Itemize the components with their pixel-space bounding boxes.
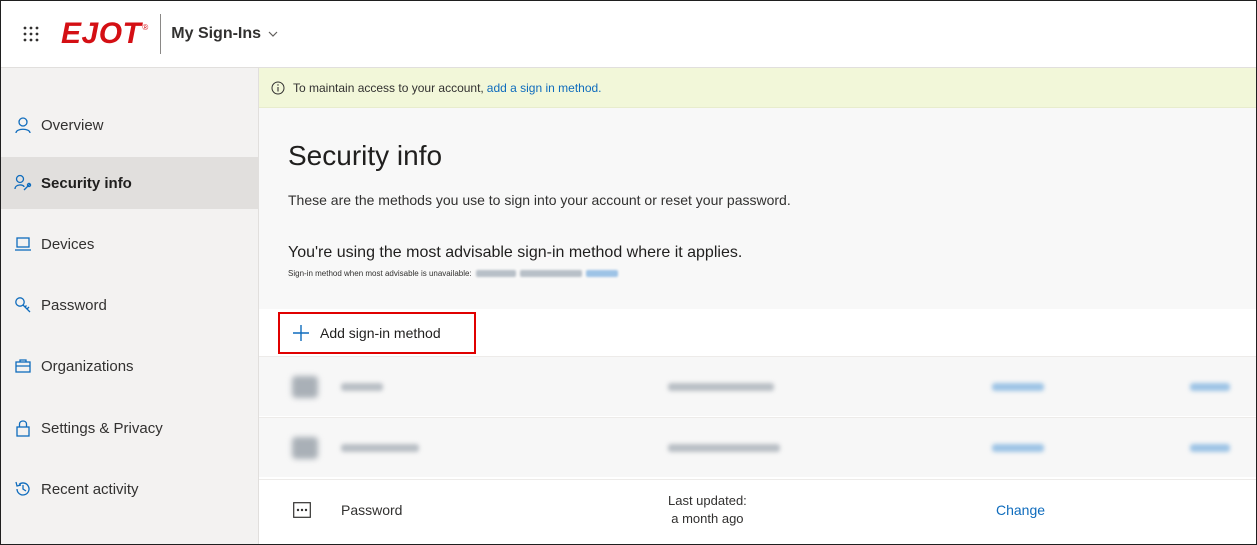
table-row-password: Password Last updated: a month ago Chang… <box>259 479 1256 540</box>
sidebar-item-label: Recent activity <box>41 480 139 498</box>
last-updated-value: a month ago <box>671 511 744 526</box>
method-icon <box>292 357 318 417</box>
page-subtitle: These are the methods you use to sign in… <box>288 192 791 208</box>
last-updated-label: Last updated: <box>668 493 747 508</box>
last-updated: Last updated: a month ago <box>668 480 747 540</box>
table-row <box>259 417 1256 478</box>
sidebar-item-organizations[interactable]: Organizations <box>1 340 259 392</box>
advisable-method-text: You're using the most advisable sign-in … <box>288 244 743 261</box>
waffle-icon[interactable] <box>1 1 61 68</box>
sidebar-item-settings-privacy[interactable]: Settings & Privacy <box>1 402 259 454</box>
change-link[interactable] <box>992 418 1044 478</box>
briefcase-icon <box>13 356 33 376</box>
redacted-link[interactable] <box>585 270 618 277</box>
sidebar-item-devices[interactable]: Devices <box>1 218 259 270</box>
logo-text: EJOT <box>61 17 142 50</box>
add-sign-in-method-button[interactable]: Add sign-in method <box>278 312 476 354</box>
plus-icon <box>293 325 309 341</box>
table-row <box>259 356 1256 417</box>
person-key-icon <box>13 173 33 193</box>
redacted-value <box>519 270 582 277</box>
info-banner: To maintain access to your account, add … <box>259 68 1256 108</box>
main-content: To maintain access to your account, add … <box>259 68 1256 544</box>
key-icon <box>13 295 33 315</box>
method-name <box>341 357 383 417</box>
waffle-grid-glyph <box>23 26 39 42</box>
password-dots-icon <box>293 480 311 540</box>
change-link[interactable] <box>992 357 1044 417</box>
fallback-method-text: Sign-in method when most advisable is un… <box>288 269 618 278</box>
info-icon <box>271 81 285 94</box>
delete-link[interactable] <box>1190 357 1230 417</box>
sidebar-item-password[interactable]: Password <box>1 279 259 331</box>
add-sign-in-method-label: Add sign-in method <box>320 325 441 341</box>
page-title: Security info <box>288 140 443 171</box>
sidebar-item-overview[interactable]: Overview <box>1 99 259 151</box>
lock-icon <box>13 418 33 438</box>
method-name <box>341 418 419 478</box>
laptop-icon <box>13 234 33 254</box>
person-icon <box>13 115 33 135</box>
sidebar-item-recent-activity[interactable]: Recent activity <box>1 463 259 515</box>
sidebar-item-label: Password <box>41 296 107 314</box>
redacted-value <box>475 270 516 277</box>
logo-registered-mark: ® <box>142 22 149 32</box>
history-icon <box>13 479 33 499</box>
fallback-method-label: Sign-in method when most advisable is un… <box>288 269 472 278</box>
method-name: Password <box>341 502 403 518</box>
app-window: EJOT ® My Sign-Ins Overview Security inf… <box>0 0 1257 545</box>
top-bar: EJOT ® My Sign-Ins <box>1 1 1256 68</box>
delete-link[interactable] <box>1190 418 1230 478</box>
add-sign-in-method-link[interactable]: add a sign in method. <box>487 81 602 95</box>
sidebar-item-security-info[interactable]: Security info <box>1 157 259 209</box>
sidebar-item-label: Devices <box>41 235 95 253</box>
app-title: My Sign-Ins <box>171 25 262 42</box>
sidebar: Overview Security info Devices Password … <box>1 68 259 544</box>
chevron-down-icon <box>268 31 278 37</box>
sidebar-item-label: Overview <box>41 116 104 134</box>
method-detail <box>668 418 780 478</box>
change-password-link[interactable]: Change <box>996 480 1045 540</box>
sidebar-item-label: Security info <box>41 174 132 192</box>
sidebar-item-label: Settings & Privacy <box>41 419 163 437</box>
method-detail <box>668 357 774 417</box>
sidebar-item-label: Organizations <box>41 357 134 375</box>
app-title-switcher[interactable]: My Sign-Ins <box>171 25 279 43</box>
method-icon <box>292 418 318 478</box>
banner-text: To maintain access to your account, <box>293 80 484 95</box>
company-logo[interactable]: EJOT ® <box>61 14 162 54</box>
